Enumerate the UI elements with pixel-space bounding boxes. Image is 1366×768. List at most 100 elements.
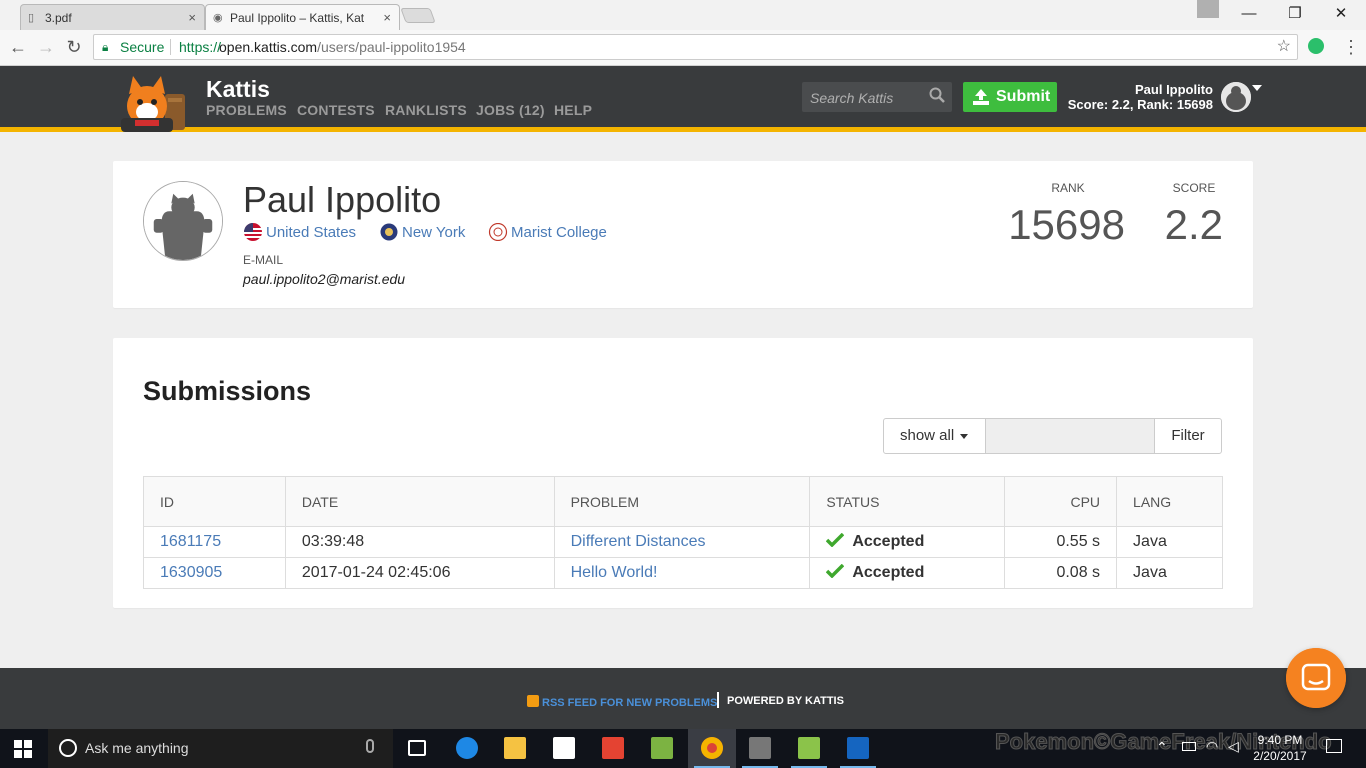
- action-center-icon[interactable]: [1326, 739, 1342, 753]
- problem-link[interactable]: Different Distances: [571, 533, 706, 550]
- todoist-icon[interactable]: [589, 729, 637, 768]
- submissions-table: ID DATE PROBLEM STATUS CPU LANG 1681175 …: [143, 476, 1223, 589]
- powershell-icon[interactable]: [834, 729, 882, 768]
- kattis-favicon-icon: ◉: [213, 12, 223, 24]
- column-header-cpu: CPU: [1004, 476, 1118, 527]
- site-brand[interactable]: Kattis: [206, 76, 270, 103]
- volume-icon[interactable]: ◁: [1228, 738, 1239, 768]
- language: Java: [1116, 526, 1223, 558]
- windows-start-icon[interactable]: [14, 740, 32, 758]
- task-view-glyph: [408, 740, 426, 756]
- notepad-icon[interactable]: [785, 729, 833, 768]
- chrome-icon[interactable]: [688, 729, 736, 768]
- rss-icon: [527, 695, 539, 707]
- cpu-time: 0.08 s: [1004, 557, 1118, 589]
- submissions-card: Submissions show all Filter ID DATE PROB…: [113, 338, 1253, 608]
- store-glyph: [553, 737, 575, 759]
- user-menu[interactable]: Paul Ippolito Score: 2.2, Rank: 15698: [1040, 82, 1213, 112]
- header-user-name: Paul Ippolito: [1135, 82, 1213, 97]
- back-arrow-icon[interactable]: ←: [6, 35, 30, 59]
- filter-input[interactable]: [986, 419, 1154, 453]
- column-header-id: ID: [143, 476, 286, 527]
- wifi-icon[interactable]: ◠: [1206, 738, 1218, 768]
- extension-icon[interactable]: [1308, 38, 1324, 54]
- url-scheme: https://: [179, 39, 222, 55]
- table-row: 1681175 03:39:48 Different Distances Acc…: [143, 526, 1223, 558]
- nav-help[interactable]: HELP: [554, 102, 592, 118]
- address-bar[interactable]: 🔒︎ Secure https:// open.kattis.com/users…: [93, 34, 1298, 60]
- cortana-placeholder: Ask me anything: [85, 740, 189, 756]
- email-label: E-MAIL: [243, 253, 284, 267]
- browser-toolbar: ← → ↻ 🔒︎ Secure https:// open.kattis.com…: [0, 30, 1366, 66]
- close-icon[interactable]: ×: [188, 10, 196, 25]
- close-icon[interactable]: ×: [383, 10, 391, 25]
- chat-launcher-icon[interactable]: [1286, 648, 1346, 708]
- search-icon[interactable]: [928, 86, 946, 104]
- site-header: Kattis PROBLEMS CONTESTS RANKLISTS JOBS …: [0, 66, 1366, 132]
- task-view-icon[interactable]: [393, 729, 441, 768]
- powered-by-text: POWERED BY KATTIS: [727, 695, 844, 707]
- submission-id-link[interactable]: 1681175: [160, 533, 221, 550]
- url-path: /users/paul-ippolito1954: [317, 39, 466, 55]
- tray-overflow-icon[interactable]: ⌃: [1156, 739, 1168, 768]
- nav-contests[interactable]: CONTESTS: [297, 102, 375, 118]
- site-search-input[interactable]: Search Kattis: [802, 82, 952, 112]
- battery-icon[interactable]: [1182, 742, 1196, 751]
- score-label: SCORE: [1172, 181, 1216, 195]
- url-host: open.kattis.com: [219, 39, 318, 55]
- omnibox-divider: [170, 39, 171, 55]
- footer-divider: [717, 692, 719, 708]
- folder-glyph: [504, 737, 526, 759]
- bookmark-star-icon[interactable]: ☆: [1277, 35, 1291, 59]
- forward-arrow-icon[interactable]: →: [34, 35, 58, 59]
- edge-glyph: [456, 737, 478, 759]
- score-value: 2.2: [1164, 201, 1223, 248]
- new-york-seal-icon: [380, 223, 398, 241]
- cortana-search-box[interactable]: Ask me anything: [48, 729, 393, 768]
- system-clock[interactable]: 9:40 PM 2/20/2017: [1246, 732, 1314, 764]
- rss-feed-link[interactable]: RSS FEED FOR NEW PROBLEMS: [527, 695, 717, 709]
- submission-id-link[interactable]: 1630905: [160, 564, 222, 581]
- country-name: United States: [266, 224, 357, 241]
- chrome-profile-icon[interactable]: [1197, 0, 1219, 18]
- cortana-icon: [59, 739, 77, 757]
- filter-button[interactable]: Filter: [1154, 419, 1221, 453]
- file-explorer-icon[interactable]: [491, 729, 539, 768]
- chevron-down-icon[interactable]: [1252, 85, 1262, 91]
- problem-link[interactable]: Hello World!: [571, 564, 658, 581]
- checkmark-icon: [826, 564, 845, 578]
- game-icon[interactable]: [736, 729, 784, 768]
- upload-icon: [973, 89, 989, 105]
- windows-taskbar: Ask me anything Pokemon©GameFreak/Ninten…: [0, 729, 1366, 768]
- chrome-menu-icon[interactable]: ⋮: [1342, 35, 1360, 59]
- tab-title: 3.pdf: [45, 11, 72, 25]
- game-glyph: [749, 737, 771, 759]
- school-name: Marist College: [511, 224, 607, 241]
- submission-date: 03:39:48: [284, 526, 555, 558]
- wunderlist-icon[interactable]: [638, 729, 686, 768]
- microphone-icon[interactable]: [366, 739, 374, 753]
- nav-problems[interactable]: PROBLEMS: [206, 102, 287, 118]
- minimize-icon[interactable]: —: [1226, 0, 1272, 28]
- region-name: New York: [402, 224, 466, 241]
- browser-tab-kattis[interactable]: ◉ Paul Ippolito – Kattis, Kat ×: [205, 4, 400, 30]
- restore-icon[interactable]: ❐: [1272, 0, 1318, 28]
- chrome-glyph: [701, 737, 723, 759]
- nav-jobs[interactable]: JOBS (12): [476, 102, 545, 118]
- status-filter-value: show all: [900, 427, 955, 444]
- submission-date: 2017-01-24 02:45:06: [284, 557, 555, 589]
- header-avatar[interactable]: [1221, 82, 1251, 112]
- store-icon[interactable]: [540, 729, 588, 768]
- edge-icon[interactable]: [443, 729, 491, 768]
- window-close-icon[interactable]: ✕: [1318, 0, 1364, 28]
- nav-ranklists[interactable]: RANKLISTS: [385, 102, 467, 118]
- browser-tab-pdf[interactable]: ▯ 3.pdf ×: [20, 4, 205, 30]
- status-filter-select[interactable]: show all: [884, 419, 986, 453]
- reload-icon[interactable]: ↻: [62, 35, 86, 59]
- profile-email: paul.ippolito2@marist.edu: [243, 271, 406, 287]
- tab-title: Paul Ippolito – Kattis, Kat: [230, 11, 365, 25]
- new-tab-button[interactable]: [400, 8, 436, 23]
- kattis-logo-icon[interactable]: [113, 74, 193, 132]
- clock-date: 2/20/2017: [1253, 749, 1307, 763]
- submissions-title: Submissions: [143, 376, 312, 406]
